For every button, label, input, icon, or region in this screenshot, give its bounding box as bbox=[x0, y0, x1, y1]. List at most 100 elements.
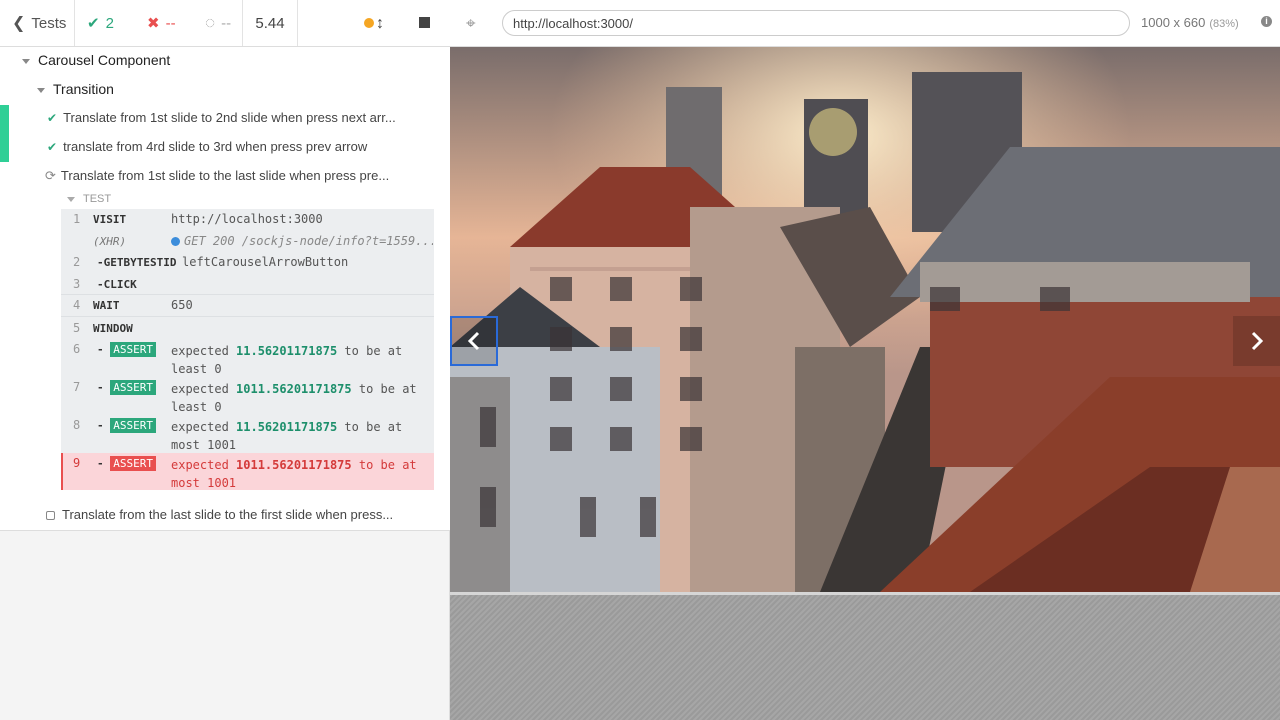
command-row[interactable]: 2 -GETBYTESTID leftCarouselArrowButton bbox=[61, 252, 434, 274]
carousel-slide-image bbox=[450, 47, 1280, 592]
command-dash: - bbox=[97, 419, 104, 432]
assert-text: to be at bbox=[358, 458, 417, 472]
command-number: 4 bbox=[73, 298, 81, 312]
command-message: expected 1011.56201171875 to be at least … bbox=[171, 380, 426, 416]
command-message: http://localhost:3000 bbox=[171, 212, 323, 226]
test-title: Translate from 1st slide to 2nd slide wh… bbox=[63, 110, 396, 125]
command-number: 1 bbox=[73, 212, 81, 226]
command-message: 650 bbox=[171, 298, 193, 312]
command-dash: - bbox=[97, 381, 104, 394]
check-icon: ✔ bbox=[47, 140, 58, 154]
assert-text: most 1001 bbox=[171, 438, 237, 452]
passed-count: ✔ 2 bbox=[75, 0, 137, 46]
failed-count: ✖ -- bbox=[137, 0, 199, 46]
command-row-xhr[interactable]: (XHR) GET 200 /sockjs-node/info?t=1559..… bbox=[61, 230, 434, 252]
command-row[interactable]: 5 WINDOW bbox=[61, 317, 434, 339]
command-row[interactable]: 3 -CLICK bbox=[61, 274, 434, 295]
assert-badge: ASSERT bbox=[110, 380, 156, 395]
passed-tests-marker bbox=[0, 105, 9, 162]
command-number: 6 bbox=[73, 342, 81, 356]
aut-empty-area bbox=[450, 592, 1280, 720]
x-icon: ✖ bbox=[147, 15, 160, 32]
command-name: (XHR) bbox=[93, 235, 127, 248]
suite-title: Carousel Component bbox=[38, 52, 171, 68]
command-row[interactable]: 1 VISIT http://localhost:3000 bbox=[61, 209, 434, 230]
running-status-dot bbox=[364, 18, 374, 28]
test-section-header[interactable]: TEST bbox=[67, 193, 516, 205]
test-title: Translate from the last slide to the fir… bbox=[62, 507, 394, 522]
test-item[interactable]: ✔ Translate from 1st slide to 2nd slide w… bbox=[47, 110, 496, 125]
test-item-running[interactable]: ⟳ Translate from 1st slide to the last sl… bbox=[45, 168, 494, 184]
viewport-size: 1000 x 660 bbox=[1141, 15, 1206, 30]
command-name: - ASSERT bbox=[97, 342, 156, 357]
command-number: 9 bbox=[73, 456, 81, 470]
assert-row[interactable]: 8 - ASSERT expected 11.56201171875 to be… bbox=[61, 415, 434, 453]
caret-down-icon bbox=[37, 88, 45, 94]
pending-count: ◌ -- bbox=[199, 0, 243, 46]
command-number: 5 bbox=[73, 321, 81, 335]
assert-badge: ASSERT bbox=[110, 456, 156, 471]
assert-text: expected bbox=[171, 344, 229, 358]
assert-text: least 0 bbox=[171, 362, 222, 376]
tests-toggle-button[interactable]: ❮ Tests bbox=[0, 0, 75, 46]
command-message: expected 11.56201171875 to be at least 0 bbox=[171, 342, 426, 378]
assert-value: 11.56201171875 bbox=[236, 420, 338, 434]
command-number: 3 bbox=[73, 277, 81, 291]
command-message: expected 1011.56201171875 to be at most 1… bbox=[171, 456, 426, 492]
assert-value: 11.56201171875 bbox=[236, 344, 338, 358]
assert-value: 1011.56201171875 bbox=[236, 382, 352, 396]
viewport-info: 1000 x 660 (83%) bbox=[1141, 15, 1239, 30]
check-icon: ✔ bbox=[87, 15, 100, 32]
tests-button-label: Tests bbox=[31, 14, 67, 32]
command-dash: - bbox=[97, 457, 104, 470]
test-item[interactable]: ✔ translate from 4rd slide to 3rd when pr… bbox=[47, 139, 496, 154]
caret-down-icon bbox=[22, 59, 30, 65]
city-rooftops-photo bbox=[450, 47, 1280, 592]
carousel-prev-button[interactable] bbox=[450, 316, 498, 366]
crosshair-icon[interactable]: ⌖ bbox=[466, 14, 476, 34]
command-name: - ASSERT bbox=[97, 418, 156, 433]
command-number: 8 bbox=[73, 418, 81, 432]
test-title: translate from 4rd slide to 3rd when pre… bbox=[63, 139, 368, 154]
assert-text: to be at bbox=[344, 420, 403, 434]
assert-text: to be at bbox=[358, 382, 417, 396]
assert-text: expected bbox=[171, 420, 229, 434]
carousel-next-button[interactable] bbox=[1233, 316, 1280, 366]
info-icon[interactable]: i bbox=[1261, 16, 1272, 27]
suite-transition[interactable]: Transition bbox=[37, 81, 486, 97]
command-name: WINDOW bbox=[93, 322, 133, 335]
assert-row[interactable]: 7 - ASSERT expected 1011.56201171875 to … bbox=[61, 377, 434, 415]
command-name: - ASSERT bbox=[97, 456, 156, 471]
stop-button[interactable] bbox=[419, 17, 430, 28]
pending-square-icon bbox=[46, 511, 55, 521]
test-section-label: TEST bbox=[83, 193, 112, 205]
assert-text: to be at bbox=[344, 344, 403, 358]
check-icon: ✔ bbox=[47, 111, 58, 125]
passed-count-value: 2 bbox=[105, 14, 114, 32]
test-item[interactable]: Translate from the last slide to the fir… bbox=[46, 507, 495, 522]
command-number: 2 bbox=[73, 255, 81, 269]
assert-text: most 1001 bbox=[171, 476, 237, 490]
xhr-message-text: GET 200 /sockjs-node/info?t=1559... bbox=[184, 234, 433, 248]
xhr-status-dot bbox=[171, 237, 180, 246]
chevron-left-icon bbox=[467, 331, 480, 351]
chevron-right-icon bbox=[1251, 331, 1263, 351]
command-number: 7 bbox=[73, 380, 81, 394]
caret-down-icon bbox=[67, 196, 75, 202]
test-title: Translate from 1st slide to the last sli… bbox=[60, 168, 390, 183]
circle-notch-icon: ◌ bbox=[205, 13, 216, 32]
auto-scroll-toggle-icon[interactable]: ↕ bbox=[376, 15, 384, 33]
suite-carousel-component[interactable]: Carousel Component bbox=[22, 52, 471, 68]
assert-text: expected bbox=[171, 382, 229, 396]
assert-row-failed[interactable]: 9 - ASSERT expected 1011.56201171875 to … bbox=[61, 453, 434, 490]
command-message: leftCarouselArrowButton bbox=[182, 255, 349, 269]
command-name: WAIT bbox=[93, 299, 120, 312]
assert-text: least 0 bbox=[171, 400, 222, 414]
test-tree: Carousel Component Transition ✔ Translate… bbox=[0, 47, 450, 531]
assert-row[interactable]: 6 - ASSERT expected 11.56201171875 to be… bbox=[61, 339, 434, 377]
command-log: 1 VISIT http://localhost:3000 (XHR) GET … bbox=[61, 209, 434, 490]
aut-header: ⌖ http://localhost:3000/ 1000 x 660 (83%)… bbox=[450, 0, 1280, 47]
command-name: - ASSERT bbox=[97, 380, 156, 395]
command-row[interactable]: 4 WAIT 650 bbox=[61, 295, 434, 317]
url-field[interactable]: http://localhost:3000/ bbox=[502, 10, 1130, 36]
